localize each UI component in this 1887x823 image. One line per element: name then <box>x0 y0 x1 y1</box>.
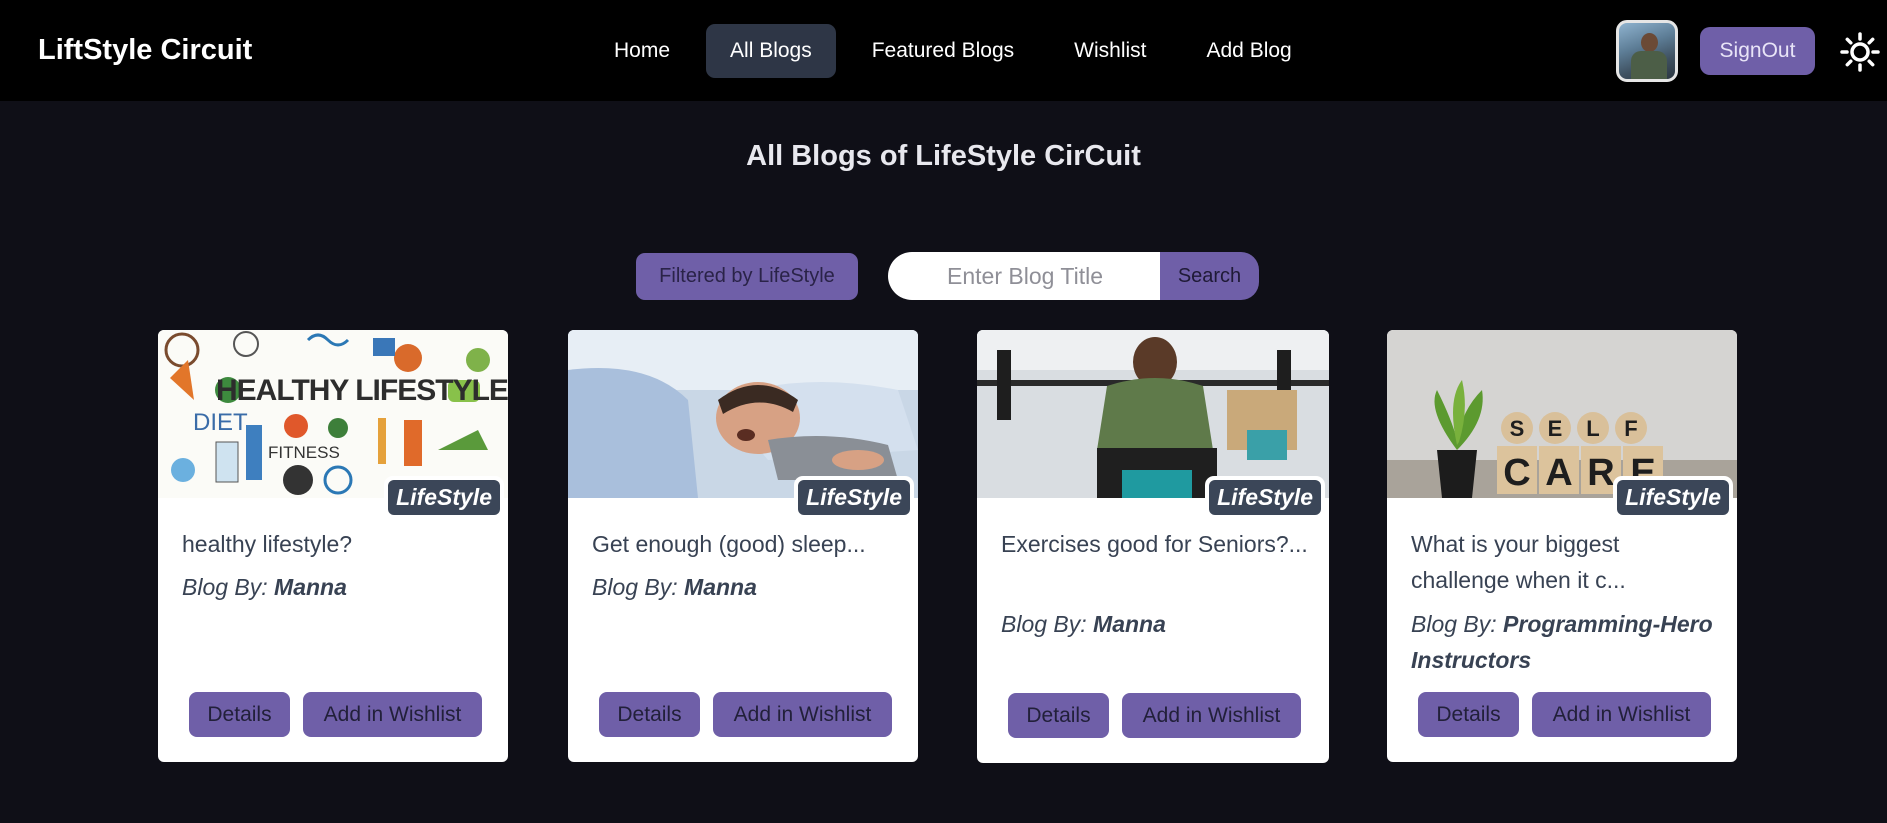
search-button[interactable]: Search <box>1160 252 1259 300</box>
blog-author: Blog By: Manna <box>1001 606 1321 642</box>
details-button[interactable]: Details <box>1008 693 1109 738</box>
blog-title: What is your biggest challenge when it c… <box>1411 531 1626 593</box>
author-name: Manna <box>274 574 347 600</box>
nav-wishlist[interactable]: Wishlist <box>1050 24 1170 78</box>
category-badge: LifeStyle <box>1613 476 1733 519</box>
nav-links: Home All Blogs Featured Blogs Wishlist A… <box>590 24 1328 78</box>
author-name: Manna <box>684 574 757 600</box>
sun-icon[interactable] <box>1840 32 1880 72</box>
blog-title: Exercises good for Seniors?... <box>1001 531 1308 557</box>
care-letter-a: A <box>1545 452 1572 494</box>
svg-text:HEALTHY LIFESTYLE: HEALTHY LIFESTYLE <box>216 374 508 407</box>
care-letter-r: R <box>1587 452 1614 494</box>
self-letter-e: E <box>1548 416 1563 441</box>
blog-image-exercise-seniors <box>977 330 1329 498</box>
blog-image-sleep <box>568 330 918 498</box>
details-button[interactable]: Details <box>1418 692 1519 737</box>
signout-button[interactable]: SignOut <box>1700 27 1815 75</box>
blog-title: healthy lifestyle? <box>182 531 353 557</box>
avatar-body <box>1631 51 1667 79</box>
author-prefix: Blog By: <box>182 574 268 600</box>
blog-title: Get enough (good) sleep... <box>592 531 866 557</box>
self-letter-f: F <box>1624 416 1637 441</box>
blog-author: Blog By: Programming-Hero Instructors <box>1411 606 1731 678</box>
category-label: LifeStyle <box>388 480 500 515</box>
user-avatar[interactable] <box>1616 20 1678 82</box>
blog-author: Blog By: Manna <box>592 569 912 605</box>
add-wishlist-button[interactable]: Add in Wishlist <box>1122 693 1301 738</box>
category-label: LifeStyle <box>1209 480 1321 515</box>
author-prefix: Blog By: <box>1411 611 1497 637</box>
page-title: All Blogs of LifeStyle CirCuit <box>746 140 1141 172</box>
blog-image-self-care: S E L F C A R E <box>1387 330 1737 498</box>
add-wishlist-button[interactable]: Add in Wishlist <box>1532 692 1711 737</box>
blog-card: HEALTHY LIFESTYLE DIET FITNESS LifeStyle… <box>158 330 508 762</box>
brand-logo[interactable]: LiftStyle Circuit <box>38 34 252 67</box>
care-letter-c: C <box>1503 452 1530 494</box>
category-badge: LifeStyle <box>1205 476 1325 519</box>
self-letter-s: S <box>1510 416 1525 441</box>
details-button[interactable]: Details <box>599 692 700 737</box>
blog-image-healthy-lifestyle: HEALTHY LIFESTYLE DIET FITNESS <box>158 330 508 498</box>
blog-card: LifeStyle Get enough (good) sleep... Blo… <box>568 330 918 762</box>
search-input[interactable] <box>888 252 1162 300</box>
svg-text:DIET: DIET <box>193 409 248 436</box>
category-badge: LifeStyle <box>384 476 504 519</box>
avatar-head <box>1641 33 1658 52</box>
nav-all-blogs[interactable]: All Blogs <box>706 24 836 78</box>
filter-button[interactable]: Filtered by LifeStyle <box>636 253 858 300</box>
nav-add-blog[interactable]: Add Blog <box>1183 24 1316 78</box>
add-wishlist-button[interactable]: Add in Wishlist <box>303 692 482 737</box>
details-button[interactable]: Details <box>189 692 290 737</box>
author-name: Manna <box>1093 611 1166 637</box>
add-wishlist-button[interactable]: Add in Wishlist <box>713 692 892 737</box>
nav-home[interactable]: Home <box>590 24 694 78</box>
nav-featured-blogs[interactable]: Featured Blogs <box>848 24 1038 78</box>
author-prefix: Blog By: <box>1001 611 1087 637</box>
blog-card: LifeStyle Exercises good for Seniors?...… <box>977 330 1329 763</box>
category-badge: LifeStyle <box>794 476 914 519</box>
blog-card: S E L F C A R E LifeStyle What is your b… <box>1387 330 1737 762</box>
blog-author: Blog By: Manna <box>182 569 502 605</box>
category-label: LifeStyle <box>798 480 910 515</box>
navbar: LiftStyle Circuit Home All Blogs Feature… <box>0 0 1887 101</box>
category-label: LifeStyle <box>1617 480 1729 515</box>
author-prefix: Blog By: <box>592 574 678 600</box>
self-letter-l: L <box>1586 416 1599 441</box>
svg-text:FITNESS: FITNESS <box>268 443 340 462</box>
